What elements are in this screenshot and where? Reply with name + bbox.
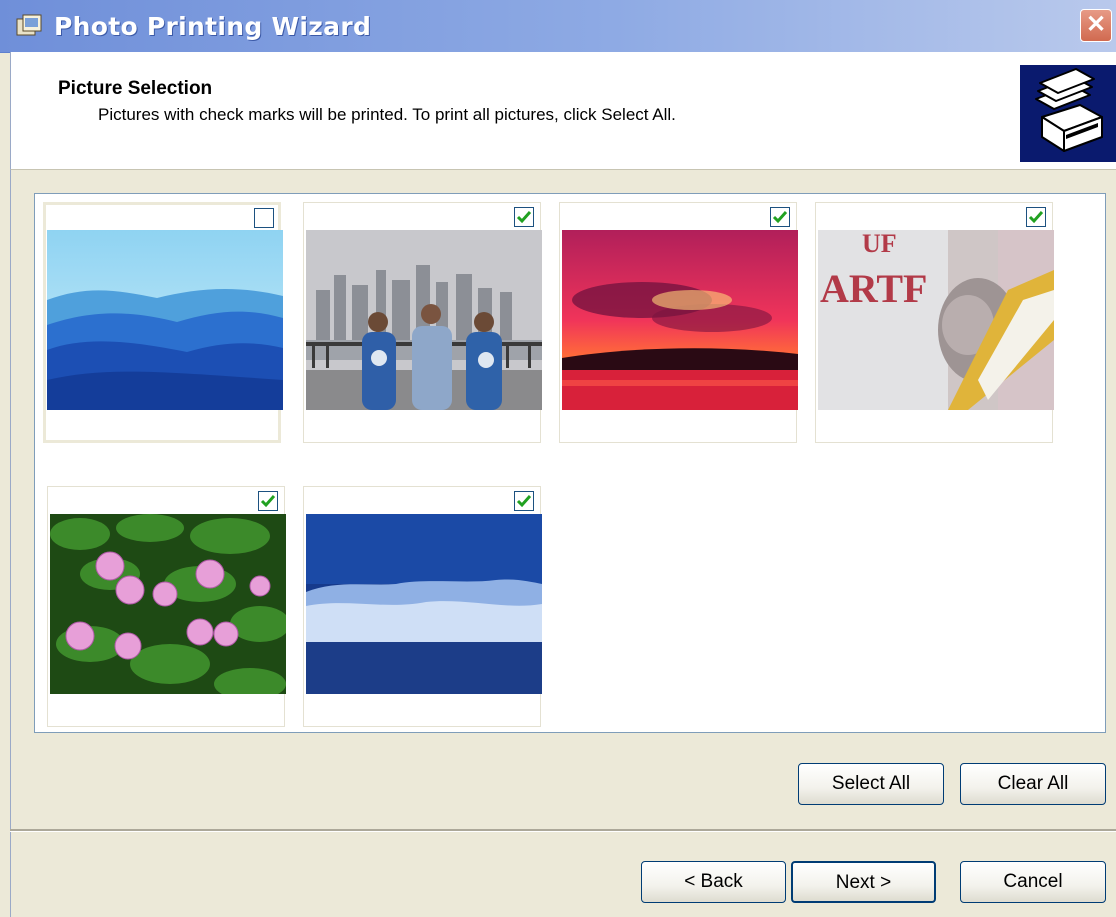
picture-checkbox-2[interactable]: [514, 207, 534, 227]
check-icon: [260, 495, 276, 508]
next-label: Next >: [835, 872, 892, 893]
wizard-header: Picture Selection Pictures with check ma…: [10, 52, 1116, 170]
page-description: Pictures with check marks will be printe…: [98, 105, 676, 124]
window-title: Photo Printing Wizard: [54, 12, 372, 41]
title-bar[interactable]: Photo Printing Wizard ✕: [0, 0, 1116, 53]
close-icon: ✕: [1085, 11, 1107, 38]
picture-checkbox-4[interactable]: [1026, 207, 1046, 227]
picture-grid[interactable]: UF ARTF: [34, 193, 1106, 733]
wizard-app-icon: [16, 14, 42, 36]
check-icon: [1028, 211, 1044, 224]
picture-checkbox-1[interactable]: [254, 208, 274, 228]
clear-all-label: Clear All: [997, 773, 1069, 794]
cancel-label: Cancel: [1003, 871, 1063, 892]
printer-wizard-icon: [1020, 65, 1116, 162]
check-icon: [516, 211, 532, 224]
close-button[interactable]: ✕: [1080, 9, 1112, 42]
back-button[interactable]: < Back: [641, 861, 786, 903]
check-icon: [516, 495, 532, 508]
svg-text:ARTF: ARTF: [820, 266, 927, 311]
picture-checkbox-3[interactable]: [770, 207, 790, 227]
picture-tile-3[interactable]: [559, 202, 798, 443]
check-icon: [772, 211, 788, 224]
picture-tile-2[interactable]: [303, 202, 542, 443]
next-button[interactable]: Next >: [791, 861, 936, 903]
back-label: < Back: [684, 871, 743, 892]
picture-tile-1[interactable]: [43, 202, 283, 443]
picture-thumbnail-1[interactable]: [47, 230, 283, 410]
picture-thumbnail-3[interactable]: [562, 230, 798, 410]
select-all-button[interactable]: Select All: [798, 763, 944, 805]
picture-tile-5[interactable]: [47, 486, 286, 727]
svg-text:UF: UF: [862, 230, 897, 258]
picture-tile-6[interactable]: [303, 486, 542, 727]
picture-thumbnail-4[interactable]: UF ARTF: [818, 230, 1054, 410]
photo-printing-wizard-window: Photo Printing Wizard ✕ Picture Selectio…: [0, 0, 1116, 917]
cancel-button[interactable]: Cancel: [960, 861, 1106, 903]
picture-thumbnail-6[interactable]: [306, 514, 542, 694]
clear-all-button[interactable]: Clear All: [960, 763, 1106, 805]
picture-tile-4[interactable]: UF ARTF: [815, 202, 1054, 443]
picture-thumbnail-2[interactable]: [306, 230, 542, 410]
select-all-label: Select All: [831, 773, 911, 794]
page-title: Picture Selection: [58, 78, 213, 99]
picture-checkbox-5[interactable]: [258, 491, 278, 511]
picture-checkbox-6[interactable]: [514, 491, 534, 511]
picture-thumbnail-5[interactable]: [50, 514, 286, 694]
footer-separator: [10, 829, 1116, 832]
